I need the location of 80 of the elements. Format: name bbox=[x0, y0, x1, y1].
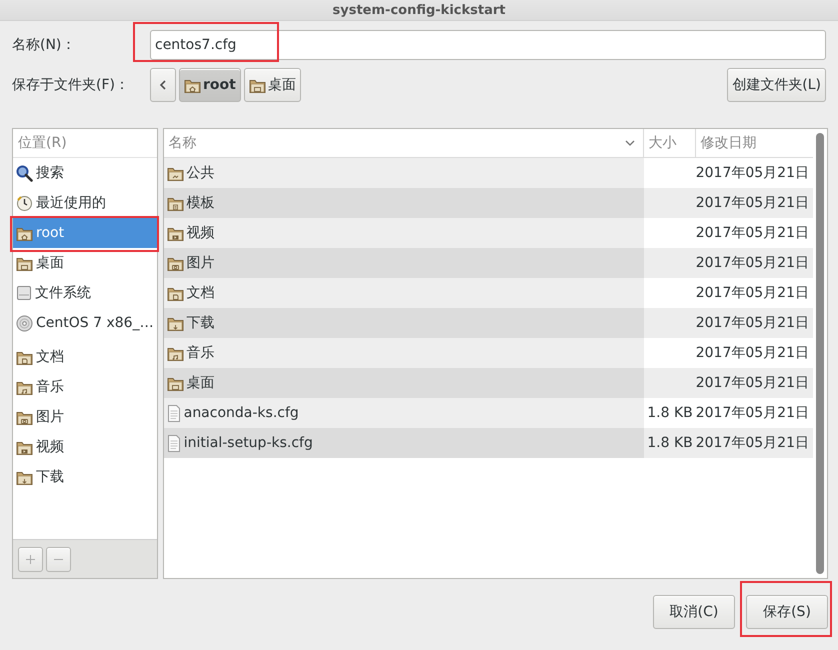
folder-icon bbox=[166, 166, 184, 180]
file-row[interactable]: anaconda-ks.cfg 1.8 KB 2017年05月21日 bbox=[164, 398, 813, 428]
sidebar-item[interactable]: 图片 bbox=[13, 402, 157, 432]
sidebar-item[interactable]: 文档 bbox=[13, 342, 157, 372]
table-cell: 2017年05月21日 bbox=[696, 248, 813, 278]
column-header[interactable]: 大小 bbox=[644, 129, 696, 157]
search-icon bbox=[16, 164, 33, 182]
file-row[interactable]: 桌面 2017年05月21日 bbox=[164, 368, 813, 398]
sidebar-item[interactable]: 搜索 bbox=[13, 158, 157, 188]
drive-icon bbox=[16, 285, 32, 301]
table-cell: 2017年05月21日 bbox=[696, 188, 813, 218]
chevron-icon bbox=[159, 80, 167, 90]
folder-icon bbox=[166, 256, 184, 270]
file-row[interactable]: 下载 2017年05月21日 bbox=[164, 308, 813, 338]
create-folder-button[interactable]: 创建文件夹(L) bbox=[727, 68, 826, 102]
folder-icon bbox=[16, 350, 33, 364]
scrollbar-thumb[interactable] bbox=[816, 133, 824, 574]
plus-icon bbox=[26, 554, 35, 564]
dialog-button[interactable]: 保存(S) bbox=[746, 595, 828, 629]
table-cell: 1.8 KB bbox=[647, 435, 693, 451]
sidebar-item[interactable]: 音乐 bbox=[13, 372, 157, 402]
dialog-button[interactable]: 取消(C) bbox=[653, 595, 735, 629]
column-header[interactable]: 修改日期 bbox=[696, 129, 813, 157]
back-button[interactable] bbox=[150, 68, 176, 102]
file-row[interactable]: 视频 2017年05月21日 bbox=[164, 218, 813, 248]
sidebar-item[interactable]: CentOS 7 x86_… bbox=[13, 308, 157, 338]
file-row[interactable]: 文档 2017年05月21日 bbox=[164, 278, 813, 308]
table-cell: initial-setup-ks.cfg bbox=[164, 428, 644, 458]
folder-icon bbox=[16, 410, 33, 424]
clock-icon bbox=[16, 194, 33, 212]
file-row[interactable]: 音乐 2017年05月21日 bbox=[164, 338, 813, 368]
folder-icon bbox=[166, 376, 184, 390]
remove-button[interactable] bbox=[46, 546, 71, 572]
add-button[interactable] bbox=[18, 546, 43, 572]
sidebar-item[interactable]: 文件系统 bbox=[13, 278, 157, 308]
folder-icon bbox=[16, 380, 33, 394]
path-button[interactable]: root bbox=[179, 68, 241, 102]
path-button[interactable]: 桌面 bbox=[244, 68, 301, 102]
sort-caret-icon bbox=[624, 140, 635, 146]
sidebar-heading: 位置(R) bbox=[13, 129, 157, 158]
table-cell: anaconda-ks.cfg bbox=[164, 398, 644, 428]
sidebar-item[interactable]: 下载 bbox=[13, 462, 157, 492]
folder-icon bbox=[16, 256, 33, 270]
folder-icon bbox=[166, 316, 184, 330]
sidebar-item[interactable]: 最近使用的 bbox=[13, 188, 157, 218]
column-header[interactable]: 名称 bbox=[164, 129, 644, 157]
table-cell: 2017年05月21日 bbox=[696, 308, 813, 338]
folder-icon bbox=[16, 470, 33, 484]
table-cell: 音乐 bbox=[164, 338, 644, 368]
folder-icon bbox=[166, 346, 184, 360]
folder-icon bbox=[166, 286, 184, 300]
table-cell: 2017年05月21日 bbox=[696, 368, 813, 398]
sidebar-item[interactable]: 桌面 bbox=[13, 248, 157, 278]
folder-icon bbox=[166, 196, 184, 210]
file-row[interactable]: initial-setup-ks.cfg 1.8 KB 2017年05月21日 bbox=[164, 428, 813, 458]
folder-icon bbox=[248, 78, 266, 92]
table-cell: 视频 bbox=[164, 218, 644, 248]
field-label: 名称(N)： bbox=[12, 36, 76, 54]
sidebar-item[interactable]: 视频 bbox=[13, 432, 157, 462]
folder-icon bbox=[16, 226, 33, 240]
window-title: system-config-kickstart bbox=[0, 0, 838, 21]
table-cell: 桌面 bbox=[164, 368, 644, 398]
folder-icon bbox=[16, 440, 33, 454]
table-cell: 1.8 KB bbox=[647, 405, 693, 421]
table-cell: 下载 bbox=[164, 308, 644, 338]
disc-icon bbox=[16, 314, 33, 332]
folder-icon bbox=[184, 78, 201, 92]
field-label: 保存于文件夹(F)： bbox=[12, 76, 130, 94]
file-row[interactable]: 图片 2017年05月21日 bbox=[164, 248, 813, 278]
table-cell: 模板 bbox=[164, 188, 644, 218]
table-cell: 公共 bbox=[164, 158, 644, 188]
folder-icon bbox=[166, 226, 184, 240]
file-icon bbox=[166, 434, 181, 452]
file-row[interactable]: 公共 2017年05月21日 bbox=[164, 158, 813, 188]
file-row[interactable]: 模板 2017年05月21日 bbox=[164, 188, 813, 218]
table-cell: 图片 bbox=[164, 248, 644, 278]
table-cell: 2017年05月21日 bbox=[696, 428, 813, 458]
input-field[interactable]: centos7.cfg bbox=[150, 30, 826, 60]
table-cell: 文档 bbox=[164, 278, 644, 308]
file-icon bbox=[166, 404, 181, 422]
